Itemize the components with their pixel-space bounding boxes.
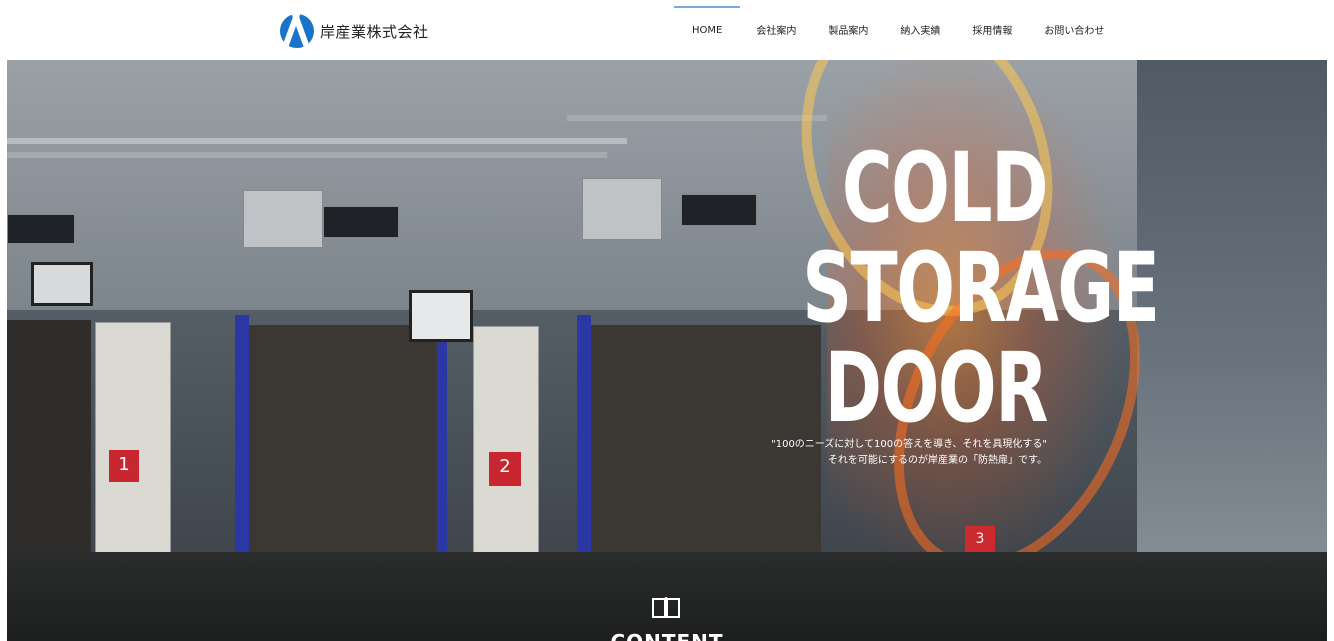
heater-unit	[681, 194, 757, 226]
nav-item-products[interactable]: 製品案内	[812, 6, 884, 52]
hero-subtitle-line2: それを可能にするのが岸産業の「防熱扉」です。	[827, 455, 1047, 466]
hero-title: COLD STORAGE DOOR	[802, 132, 1160, 444]
door-number: 1	[109, 450, 139, 482]
pipe	[7, 138, 627, 144]
door-number: 2	[489, 452, 521, 486]
storage-door	[249, 325, 439, 552]
nav-item-recruit[interactable]: 採用情報	[956, 6, 1028, 52]
monitor	[31, 262, 93, 306]
main-nav: HOME 会社案内 製品案内 納入実績 採用情報 お問い合わせ	[674, 6, 1120, 52]
nav-item-company[interactable]: 会社案内	[740, 6, 812, 52]
hero-banner: 1 2 3 COLD STORAGE DOOR "100のニーズに対して100の…	[7, 60, 1327, 552]
heater-unit	[323, 206, 399, 238]
hero-subtitle: "100のニーズに対して100の答えを導き、それを具現化する" それを可能にする…	[607, 437, 1047, 469]
site-header: 岸産業株式会社 HOME 会社案内 製品案内 納入実績 採用情報 お問い合わせ	[0, 0, 1334, 60]
content-heading: CONTENT	[7, 630, 1327, 641]
nav-item-home[interactable]: HOME	[674, 6, 741, 52]
control-panel	[95, 322, 171, 552]
electrical-box	[243, 190, 323, 248]
logo[interactable]: 岸産業株式会社	[280, 14, 429, 48]
nav-item-contact[interactable]: お問い合わせ	[1028, 6, 1120, 52]
door-frame	[577, 315, 591, 552]
hero-title-line1: COLD	[841, 132, 1049, 244]
hero-title-line2: STORAGE	[802, 232, 1160, 344]
hero-subtitle-line1: "100のニーズに対して100の答えを導き、それを具現化する"	[771, 439, 1047, 450]
monitor	[409, 290, 473, 342]
door-frame	[235, 315, 249, 552]
logo-text: 岸産業株式会社	[320, 22, 429, 41]
door-frame	[437, 325, 447, 552]
book-icon	[652, 597, 680, 618]
storage-door	[7, 320, 91, 552]
electrical-box	[582, 178, 662, 240]
logo-mark-icon	[280, 14, 314, 48]
hero-title-line3: DOOR	[824, 332, 1049, 444]
nav-item-delivery-record[interactable]: 納入実績	[884, 6, 956, 52]
control-panel	[473, 326, 539, 552]
content-section: CONTENT	[7, 552, 1327, 641]
pipe	[567, 115, 827, 121]
pipe	[7, 152, 607, 158]
background-lighting	[1137, 60, 1327, 552]
heater-unit	[7, 214, 75, 244]
